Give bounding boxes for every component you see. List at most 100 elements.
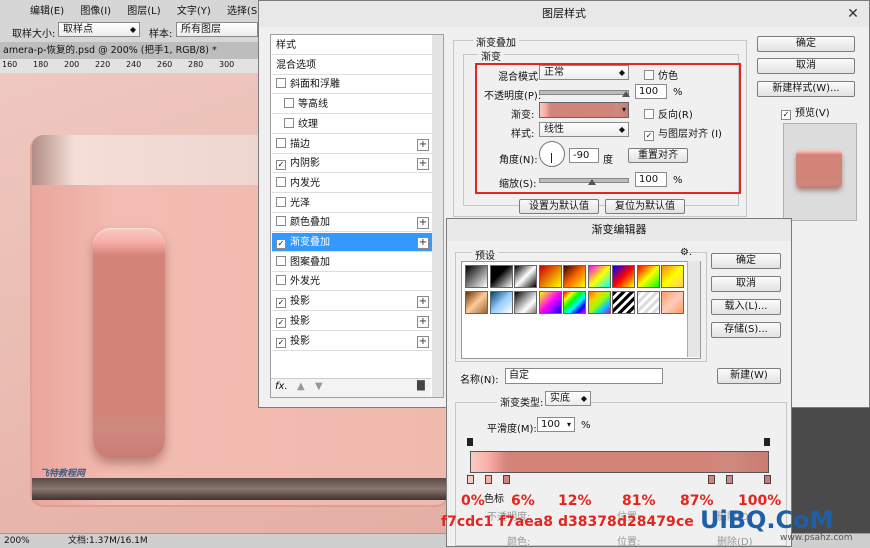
angle-dial-icon[interactable] bbox=[539, 141, 565, 167]
checkbox-icon[interactable] bbox=[276, 78, 286, 89]
opacity-stop-right[interactable] bbox=[764, 438, 770, 446]
scale-slider-knob[interactable] bbox=[588, 179, 596, 185]
gradient-preset-swatch[interactable] bbox=[465, 265, 488, 288]
color-stop-81[interactable] bbox=[708, 475, 715, 484]
style-list-item[interactable]: 样式 bbox=[272, 36, 432, 55]
gradient-preset-swatch[interactable] bbox=[636, 265, 660, 288]
style-list-item[interactable]: 混合选项 bbox=[272, 56, 432, 75]
presets-scrollbar[interactable] bbox=[687, 261, 700, 357]
style-list-item[interactable]: 斜面和浮雕 bbox=[272, 75, 432, 95]
checkmark-icon[interactable]: ✓ bbox=[276, 160, 286, 171]
add-icon[interactable]: + bbox=[417, 335, 429, 348]
gradient-preset-swatch[interactable] bbox=[612, 291, 635, 314]
scale-input[interactable]: 100 bbox=[635, 172, 667, 187]
sample-size-dropdown[interactable]: 取样点 ◆ bbox=[58, 22, 140, 37]
opacity-slider-knob[interactable] bbox=[622, 91, 630, 97]
style-list-item[interactable]: ✓ 投影 + bbox=[272, 332, 432, 351]
gradient-preset-swatch[interactable] bbox=[587, 291, 611, 314]
scale-slider[interactable] bbox=[539, 178, 629, 183]
color-stop-87[interactable] bbox=[726, 475, 733, 484]
align-checkbox[interactable]: ✓ 与图层对齐 (I) bbox=[640, 125, 722, 141]
set-default-button[interactable]: 设置为默认值 bbox=[519, 199, 599, 214]
add-icon[interactable]: + bbox=[417, 158, 429, 171]
gradient-preset-swatch[interactable] bbox=[489, 291, 513, 314]
fx-icon[interactable]: fx. bbox=[275, 381, 288, 392]
style-list-item[interactable]: 内发光 bbox=[272, 174, 432, 193]
ok-button[interactable]: 确定 bbox=[757, 36, 855, 52]
style-list-item[interactable]: ✓ 投影 + bbox=[272, 312, 432, 331]
style-list-scrollbar[interactable] bbox=[432, 34, 444, 398]
angle-input[interactable]: -90 bbox=[569, 148, 599, 163]
gradient-preset-swatch[interactable] bbox=[636, 291, 660, 314]
gradient-bar[interactable] bbox=[470, 451, 769, 473]
gradient-picker[interactable] bbox=[539, 102, 629, 118]
color-stop-0[interactable] bbox=[467, 475, 474, 484]
gradient-preset-swatch[interactable] bbox=[538, 291, 562, 314]
checkbox-icon[interactable] bbox=[276, 275, 286, 286]
checkbox-icon[interactable] bbox=[276, 176, 286, 187]
checkbox-icon[interactable] bbox=[284, 98, 294, 109]
new-style-button[interactable]: 新建样式(W)... bbox=[757, 81, 855, 97]
reset-align-button[interactable]: 重置对齐 bbox=[628, 148, 688, 163]
color-stop-100[interactable] bbox=[764, 475, 771, 484]
blend-mode-dropdown[interactable]: 正常 ◆ bbox=[539, 65, 629, 80]
menu-select[interactable]: 选择(S) bbox=[227, 6, 261, 17]
style-list-item[interactable]: 纹理 bbox=[272, 115, 432, 134]
checkmark-icon[interactable]: ✓ bbox=[276, 337, 286, 348]
style-list-item[interactable]: ✓ 渐变叠加 + bbox=[272, 233, 432, 252]
style-list-item[interactable]: 光泽 bbox=[272, 194, 432, 213]
add-icon[interactable]: + bbox=[417, 237, 429, 249]
gradient-preset-swatch[interactable] bbox=[563, 291, 586, 314]
checkbox-icon[interactable] bbox=[276, 255, 286, 266]
name-input[interactable]: 自定 bbox=[505, 368, 663, 384]
opacity-stop-left[interactable] bbox=[467, 438, 473, 446]
gradient-preset-swatch[interactable] bbox=[514, 291, 537, 314]
trash-icon[interactable]: ▇ bbox=[417, 380, 425, 391]
add-icon[interactable]: + bbox=[417, 138, 429, 151]
add-icon[interactable]: + bbox=[417, 315, 429, 328]
add-icon[interactable]: + bbox=[417, 296, 429, 309]
gradient-preset-swatch[interactable] bbox=[514, 265, 537, 288]
close-icon[interactable]: ✕ bbox=[841, 4, 865, 24]
style-list-item[interactable]: 图案叠加 bbox=[272, 253, 432, 272]
style-list-item[interactable]: 外发光 bbox=[272, 272, 432, 292]
new-button[interactable]: 新建(W) bbox=[717, 368, 781, 384]
smooth-input[interactable]: 100 ▾ bbox=[537, 417, 575, 432]
gradient-preset-swatch[interactable] bbox=[661, 265, 684, 288]
dither-checkbox[interactable]: 仿色 bbox=[640, 67, 678, 82]
color-stop-6[interactable] bbox=[485, 475, 492, 484]
color-stop-12[interactable] bbox=[503, 475, 510, 484]
opacity-slider[interactable] bbox=[539, 90, 629, 95]
style-list-item[interactable]: ✓ 投影 + bbox=[272, 292, 432, 312]
menu-image[interactable]: 图像(I) bbox=[80, 6, 111, 17]
style-list-item[interactable]: 描边 + bbox=[272, 135, 432, 154]
preview-checkbox[interactable]: ✓ 预览(V) bbox=[777, 104, 830, 120]
ok-button[interactable]: 确定 bbox=[711, 253, 781, 269]
menu-type[interactable]: 文字(Y) bbox=[177, 6, 211, 17]
gradient-preset-swatch[interactable] bbox=[563, 265, 586, 288]
opacity-input[interactable]: 100 bbox=[635, 84, 667, 99]
gradient-preset-swatch[interactable] bbox=[587, 265, 611, 288]
cancel-button[interactable]: 取消 bbox=[711, 276, 781, 292]
gradient-preset-swatch[interactable] bbox=[465, 291, 488, 314]
style-list-item[interactable]: 等高线 bbox=[272, 95, 432, 115]
checkbox-icon[interactable] bbox=[276, 196, 286, 207]
type-dropdown[interactable]: 实底 ◆ bbox=[545, 391, 591, 406]
chevron-down-icon[interactable]: ▾ bbox=[622, 105, 626, 114]
checkmark-icon[interactable]: ✓ bbox=[276, 298, 286, 309]
style-list-item[interactable]: 颜色叠加 + bbox=[272, 213, 432, 233]
save-button[interactable]: 存储(S)... bbox=[711, 322, 781, 338]
color-delete-button[interactable]: 删除(D) bbox=[717, 533, 753, 548]
menu-layer[interactable]: 图层(L) bbox=[127, 6, 160, 17]
gradient-preset-swatch[interactable] bbox=[661, 291, 684, 314]
checkbox-icon[interactable] bbox=[284, 117, 294, 128]
style-dropdown[interactable]: 线性 ◆ bbox=[539, 122, 629, 137]
checkbox-icon[interactable] bbox=[276, 137, 286, 148]
reset-default-button[interactable]: 复位为默认值 bbox=[605, 199, 685, 214]
load-button[interactable]: 载入(L)... bbox=[711, 299, 781, 315]
reverse-checkbox[interactable]: 反向(R) bbox=[640, 106, 693, 121]
document-tab[interactable]: amera-p-恢复的.psd @ 200% (把手1, RGB/8) * bbox=[0, 42, 260, 59]
gradient-preset-swatch[interactable] bbox=[538, 265, 562, 288]
move-down-icon[interactable]: ▼ bbox=[315, 381, 323, 392]
add-icon[interactable]: + bbox=[417, 217, 429, 230]
